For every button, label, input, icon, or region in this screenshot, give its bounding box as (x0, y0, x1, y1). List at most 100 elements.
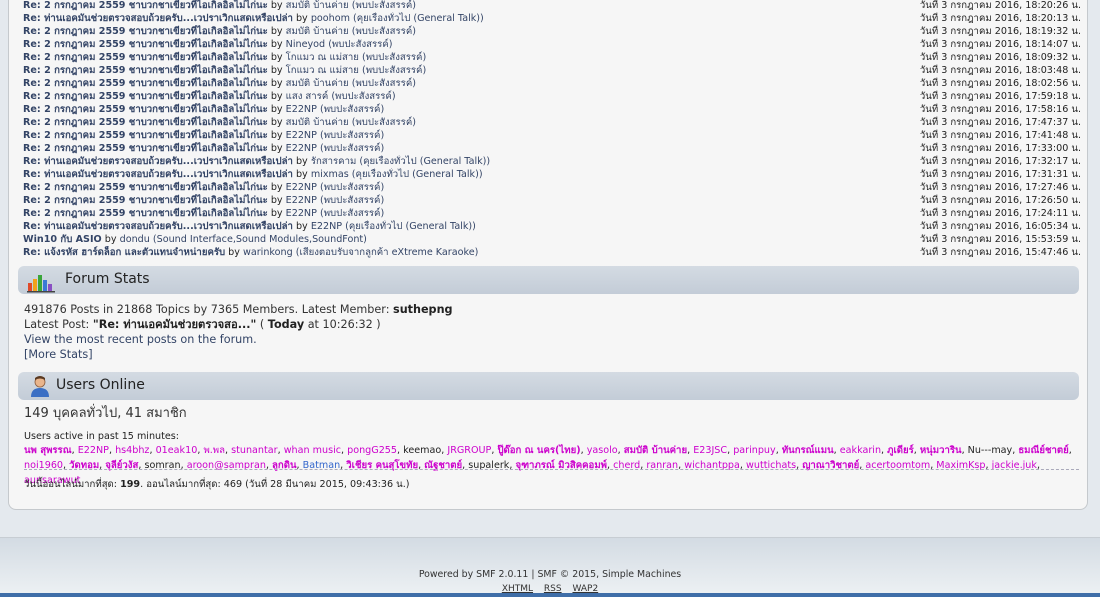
online-user-link[interactable]: Nu---may (968, 445, 1013, 456)
post-board-link[interactable]: (พบปะสังสรรค์) (352, 26, 416, 37)
post-title-link[interactable]: Re: 2 กรกฎาคม 2559 ชาบวกชาเขียวที่ไอเกิล… (23, 143, 268, 154)
post-board-link[interactable]: (พบปะสังสรรค์) (331, 91, 395, 102)
online-user-link[interactable]: สมบัติ บ้านค่าย (624, 445, 687, 456)
online-user-link[interactable]: ทันกรณ์แมน (782, 445, 834, 456)
recent-post-row: Re: 2 กรกฎาคม 2559 ชาบวกชาเขียวที่ไอเกิล… (23, 181, 1083, 194)
online-user-link[interactable]: 01eak10 (156, 445, 198, 456)
post-time: วันที่ 3 กรกฎาคม 2016, 16:05:34 น. (919, 221, 1081, 232)
online-user-link[interactable]: E22NP (78, 445, 109, 456)
post-board-link[interactable]: (คุยเรื่องทั่วไป (General Talk)) (359, 156, 490, 167)
online-user-link[interactable]: parinpuy (733, 445, 776, 456)
post-title-link[interactable]: Re: 2 กรกฎาคม 2559 ชาบวกชาเขียวที่ไอเกิล… (23, 65, 268, 76)
post-board-link[interactable]: (พบปะสังสรรค์) (352, 78, 416, 89)
post-author-link[interactable]: E22NP (286, 195, 317, 206)
latest-post-link[interactable]: "Re: ท่านเอคมันช่วยตรวจสอ..." (93, 318, 256, 331)
post-time: วันที่ 3 กรกฎาคม 2016, 17:58:16 น. (919, 104, 1081, 115)
post-board-link[interactable]: (พบปะสังสรรค์) (320, 130, 384, 141)
powered-by[interactable]: Powered by SMF 2.0.11 | SMF © 2015, Simp… (0, 569, 1100, 580)
online-user-link[interactable]: ธมณีย์ชาตย์ (1018, 445, 1068, 456)
online-user-link[interactable]: pongG255 (347, 445, 397, 456)
online-user-link[interactable]: whan music (284, 445, 341, 456)
post-title-link[interactable]: Re: 2 กรกฎาคม 2559 ชาบวกชาเขียวที่ไอเกิล… (23, 0, 268, 11)
post-title-link[interactable]: Win10 กับ ASIO (23, 234, 102, 245)
post-board-link[interactable]: (พบปะสังสรรค์) (320, 208, 384, 219)
post-time: วันที่ 3 กรกฎาคม 2016, 17:41:48 น. (919, 130, 1081, 141)
post-title-link[interactable]: Re: 2 กรกฎาคม 2559 ชาบวกชาเขียวที่ไอเกิล… (23, 91, 268, 102)
post-title-link[interactable]: Re: 2 กรกฎาคม 2559 ชาบวกชาเขียวที่ไอเกิล… (23, 52, 268, 63)
post-title-link[interactable]: Re: 2 กรกฎาคม 2559 ชาบวกชาเขียวที่ไอเกิล… (23, 182, 268, 193)
post-title-link[interactable]: Re: ท่านเอคมันช่วยตรวจสอบถ้วยครับ...เวปร… (23, 169, 293, 180)
online-user-link[interactable]: JRGROUP (447, 445, 491, 456)
post-author-link[interactable]: poohom (311, 13, 350, 24)
recent-post-row: Re: 2 กรกฎาคม 2559 ชาบวกชาเขียวที่ไอเกิล… (23, 116, 1083, 129)
latest-member-link[interactable]: suthepng (393, 303, 453, 316)
post-author-link[interactable]: สมบัติ บ้านค่าย (286, 78, 349, 89)
online-user-link[interactable]: นพ สุพรรณ (24, 445, 72, 456)
by-label: by (270, 143, 283, 154)
post-board-link[interactable]: (พบปะสังสรรค์) (362, 65, 426, 76)
post-title-link[interactable]: Re: 2 กรกฎาคม 2559 ชาบวกชาเขียวที่ไอเกิล… (23, 117, 268, 128)
post-board-link[interactable]: (คุยเรื่องทั่วไป (General Talk)) (352, 169, 483, 180)
post-author-link[interactable]: แสง สารค์ (286, 91, 329, 102)
online-user-link[interactable]: eakkarin (840, 445, 881, 456)
post-author-link[interactable]: E22NP (311, 221, 342, 232)
post-title-link[interactable]: Re: 2 กรกฎาคม 2559 ชาบวกชาเขียวที่ไอเกิล… (23, 104, 268, 115)
online-user-link[interactable]: ภูเดียร์ (887, 445, 914, 456)
post-author-link[interactable]: E22NP (286, 130, 317, 141)
post-author-link[interactable]: E22NP (286, 143, 317, 154)
post-title-link[interactable]: Re: 2 กรกฎาคม 2559 ชาบวกชาเขียวที่ไอเกิล… (23, 26, 268, 37)
post-board-link[interactable]: (พบปะสังสรรค์) (320, 143, 384, 154)
post-author-link[interactable]: Nineyod (286, 39, 325, 50)
post-title-link[interactable]: Re: 2 กรกฎาคม 2559 ชาบวกชาเขียวที่ไอเกิล… (23, 130, 268, 141)
post-board-link[interactable]: (พบปะสังสรรค์) (362, 52, 426, 63)
online-user-link[interactable]: stunantar (231, 445, 277, 456)
post-board-link[interactable]: (พบปะสังสรรค์) (352, 117, 416, 128)
post-board-link[interactable]: (Sound Interface,Sound Modules,SoundFont… (153, 234, 367, 245)
post-title-link[interactable]: Re: 2 กรกฎาคม 2559 ชาบวกชาเขียวที่ไอเกิล… (23, 78, 268, 89)
post-author-link[interactable]: dondu (120, 234, 150, 245)
post-title-link[interactable]: Re: 2 กรกฎาคม 2559 ชาบวกชาเขียวที่ไอเกิล… (23, 195, 268, 206)
post-board-link[interactable]: (พบปะสังสรรค์) (328, 39, 392, 50)
post-author-link[interactable]: สมบัติ บ้านค่าย (286, 117, 349, 128)
online-user-link[interactable]: hs4bhz (115, 445, 149, 456)
online-user-link[interactable]: yasolo (587, 445, 618, 456)
post-board-link[interactable]: (พบปะสังสรรค์) (320, 182, 384, 193)
post-author-link[interactable]: โกแมว ณ แม่สาย (286, 52, 359, 63)
post-title-link[interactable]: Re: ท่านเอคมันช่วยตรวจสอบถ้วยครับ...เวปร… (23, 156, 293, 167)
more-stats-link[interactable]: [More Stats] (24, 348, 93, 361)
recent-posts-link[interactable]: View the most recent posts on the forum. (24, 333, 257, 346)
post-title-link[interactable]: Re: 2 กรกฎาคม 2559 ชาบวกชาเขียวที่ไอเกิล… (23, 39, 268, 50)
post-author-link[interactable]: สมบัติ บ้านค่าย (286, 0, 349, 11)
post-author-link[interactable]: E22NP (286, 182, 317, 193)
post-time: วันที่ 3 กรกฎาคม 2016, 17:47:37 น. (919, 117, 1081, 128)
online-user-link[interactable]: พ.พล (203, 445, 225, 456)
recent-post-row: Re: 2 กรกฎาคม 2559 ชาบวกชาเขียวที่ไอเกิล… (23, 38, 1083, 51)
post-time: วันที่ 3 กรกฎาคม 2016, 15:47:46 น. (919, 247, 1081, 258)
post-board-link[interactable]: (เสียงตอบรับจากลูกค้า eXtreme Karaoke) (296, 247, 479, 258)
post-author-link[interactable]: E22NP (286, 208, 317, 219)
post-title-link[interactable]: Re: แจ้งรหัส ฮาร์ดล็อก และตัวแทนจำหน่ายค… (23, 247, 225, 258)
online-user-link[interactable]: E23JSC (693, 445, 727, 456)
post-board-link[interactable]: (พบปะสังสรรค์) (352, 0, 416, 11)
post-author-link[interactable]: mixmas (311, 169, 349, 180)
by-label: by (295, 169, 308, 180)
online-user-link[interactable]: ปู๊ด๊อก ณ นคร(ไทย) (497, 445, 580, 456)
post-author-link[interactable]: รักสารคาม (311, 156, 357, 167)
by-label: by (295, 13, 308, 24)
online-user-link[interactable]: keemao (403, 445, 441, 456)
post-title-link[interactable]: Re: 2 กรกฎาคม 2559 ชาบวกชาเขียวที่ไอเกิล… (23, 208, 268, 219)
post-board-link[interactable]: (พบปะสังสรรค์) (320, 195, 384, 206)
post-author-link[interactable]: โกแมว ณ แม่สาย (286, 65, 359, 76)
recent-post-row: Re: ท่านเอคมันช่วยตรวจสอบถ้วยครับ...เวปร… (23, 168, 1083, 181)
post-title-link[interactable]: Re: ท่านเอคมันช่วยตรวจสอบถ้วยครับ...เวปร… (23, 13, 293, 24)
post-author-link[interactable]: สมบัติ บ้านค่าย (286, 26, 349, 37)
footer: Powered by SMF 2.0.11 | SMF © 2015, Simp… (0, 537, 1100, 594)
post-author-link[interactable]: warinkong (243, 247, 293, 258)
post-board-link[interactable]: (คุยเรื่องทั่วไป (General Talk)) (345, 221, 476, 232)
post-time: วันที่ 3 กรกฎาคม 2016, 18:09:32 น. (919, 52, 1081, 63)
online-user-link[interactable]: หนุ่มวาริน (920, 445, 962, 456)
post-board-link[interactable]: (พบปะสังสรรค์) (320, 104, 384, 115)
post-author-link[interactable]: E22NP (286, 104, 317, 115)
post-board-link[interactable]: (คุยเรื่องทั่วไป (General Talk)) (353, 13, 484, 24)
post-title-link[interactable]: Re: ท่านเอคมันช่วยตรวจสอบถ้วยครับ...เวปร… (23, 221, 293, 232)
